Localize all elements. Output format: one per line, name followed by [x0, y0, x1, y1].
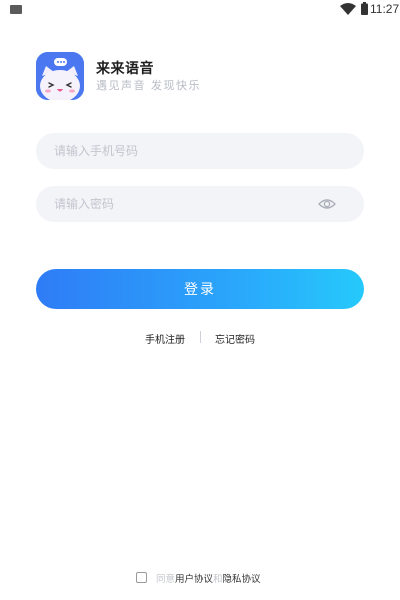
- cat-mascot-icon: [36, 52, 84, 100]
- phone-register-link[interactable]: 手机注册: [145, 331, 185, 346]
- agree-checkbox[interactable]: [136, 572, 147, 583]
- agree-and: 和: [213, 574, 223, 585]
- notification-icon: [10, 5, 22, 14]
- app-logo: [36, 52, 84, 100]
- user-agreement-link[interactable]: 用户协议: [175, 574, 213, 585]
- status-bar: 11:27: [0, 0, 400, 20]
- eye-icon[interactable]: [318, 197, 336, 211]
- password-field[interactable]: [36, 186, 364, 222]
- login-screen: 11:27 来来语音 遇见声音 发现快乐 请输入手机号码 登录 手机注册 忘记密…: [0, 0, 400, 600]
- link-divider: [200, 331, 201, 343]
- app-name: 来来语音: [96, 61, 154, 77]
- agreement-text: 同意用户协议和隐私协议: [156, 571, 261, 585]
- password-input[interactable]: [54, 186, 324, 222]
- battery-icon: [361, 2, 368, 15]
- auth-links: 手机注册 忘记密码: [0, 331, 400, 346]
- agreement-row: 同意用户协议和隐私协议: [0, 570, 400, 586]
- app-slogan: 遇见声音 发现快乐: [96, 79, 201, 92]
- agree-prefix: 同意: [156, 574, 176, 585]
- wifi-icon: [340, 3, 356, 15]
- phone-input[interactable]: [54, 133, 324, 169]
- login-button[interactable]: 登录: [36, 269, 364, 309]
- phone-field[interactable]: [36, 133, 364, 169]
- forgot-password-link[interactable]: 忘记密码: [215, 331, 255, 346]
- privacy-policy-link[interactable]: 隐私协议: [223, 574, 261, 585]
- status-time: 11:27: [370, 2, 400, 16]
